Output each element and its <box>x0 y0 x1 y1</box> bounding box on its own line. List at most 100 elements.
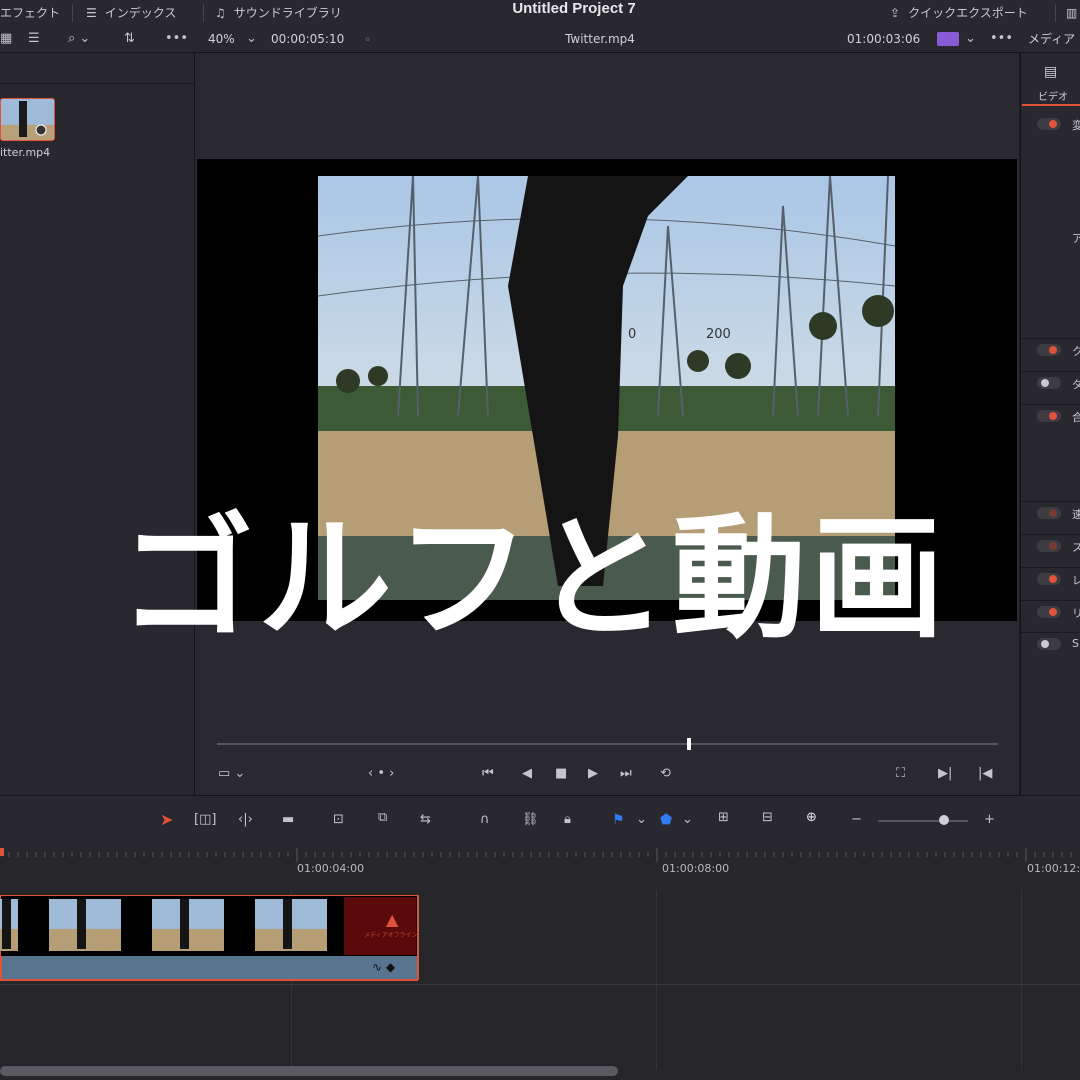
play-reverse-icon[interactable]: ◀ <box>522 766 532 781</box>
curve-icon[interactable]: ∿ ◆ <box>372 960 395 974</box>
divider <box>1021 600 1080 601</box>
mark-in-icon[interactable]: ▶| <box>938 766 952 781</box>
clip-border <box>417 895 419 980</box>
more-options-icon[interactable]: ••• <box>165 26 188 52</box>
sign-text-b: 200 <box>706 327 731 342</box>
inspector-toggle[interactable] <box>1037 573 1061 585</box>
viewer-mode-icon[interactable]: ▭ ⌄ <box>218 766 245 781</box>
trim-tool-icon[interactable]: [◫] <box>194 812 216 827</box>
quick-export-button[interactable]: ⇪ クイックエクスポート <box>890 0 1028 26</box>
lock-icon[interactable]: 🔒︎ <box>564 812 571 827</box>
fx-badge-icon[interactable] <box>937 32 959 46</box>
inspector-toggle[interactable] <box>1037 507 1061 519</box>
tab-underline <box>1022 104 1080 106</box>
marker-icon[interactable]: ⬟ <box>660 812 672 828</box>
dot-icon: ∘ <box>364 32 372 46</box>
inspector-toggle[interactable] <box>1037 540 1061 552</box>
inspector-toggle[interactable] <box>1037 377 1061 389</box>
tab-video[interactable]: ビデオ <box>1038 88 1068 103</box>
zoom-out-icon[interactable]: − <box>851 812 862 827</box>
dynamic-trim-icon[interactable]: ‹|› <box>238 812 253 827</box>
inspector-panel <box>1020 53 1080 795</box>
go-to-end-icon[interactable]: ⏭ <box>620 766 632 781</box>
zoom-detail-icon[interactable]: ⊟ <box>762 810 773 825</box>
inspector-item-label: 合 <box>1072 411 1080 424</box>
clip-thumbnail-image <box>1 99 54 140</box>
stop-icon[interactable]: ■ <box>555 766 567 781</box>
inspector-item-label: ク <box>1072 345 1080 358</box>
toggle-knob <box>1049 608 1057 616</box>
inspector-toggle[interactable] <box>1037 410 1061 422</box>
clip-thumbnail <box>152 899 224 951</box>
link-icon[interactable]: ⛓ <box>522 812 539 827</box>
media-pool-panel <box>0 53 195 795</box>
film-icon[interactable]: ▤ <box>1044 64 1057 80</box>
clip-border <box>0 956 2 980</box>
inspector-item-label: S <box>1072 637 1079 650</box>
inspector-toggle[interactable] <box>1037 638 1061 650</box>
list-view-icon[interactable]: ☰ <box>28 26 40 52</box>
toggle-knob <box>1049 120 1057 128</box>
mark-out-icon[interactable]: |◀ <box>978 766 992 781</box>
blade-tool-icon[interactable]: ▬ <box>282 812 294 827</box>
clip-thumbnail <box>255 899 327 951</box>
toggle-knob <box>1049 346 1057 354</box>
ruler-label: 01:00:12:0 <box>1027 862 1080 875</box>
toggle-knob <box>1049 542 1057 550</box>
zoom-custom-icon[interactable]: ⊕ <box>806 810 817 825</box>
layout-icon[interactable]: ▥ <box>1066 0 1077 26</box>
loop-icon[interactable]: ⟲ <box>660 766 671 781</box>
inspector-toggle[interactable] <box>1037 344 1061 356</box>
zoom-full-icon[interactable]: ⊞ <box>718 810 729 825</box>
chevron-down-icon[interactable]: ⌄ <box>636 812 647 827</box>
flag-icon[interactable]: ⚑ <box>612 812 625 828</box>
play-icon[interactable]: ▶ <box>588 766 598 781</box>
insert-clip-icon[interactable]: ⊡ <box>333 812 344 827</box>
media-clip-thumbnail[interactable] <box>0 98 55 141</box>
zoom-slider-track[interactable] <box>878 820 968 822</box>
viewer-scrubber[interactable] <box>217 743 998 745</box>
go-to-start-icon[interactable]: ⏮ <box>482 766 494 781</box>
toggle-knob <box>1041 640 1049 648</box>
selection-tool-icon[interactable]: ➤ <box>160 810 173 829</box>
inspector-toggle[interactable] <box>1037 606 1061 618</box>
clip-name: Twitter.mp4 <box>565 32 635 46</box>
ruler-label: 01:00:08:00 <box>662 862 730 875</box>
export-icon: ⇪ <box>890 6 901 20</box>
snapping-icon[interactable]: ∩ <box>480 812 490 827</box>
inspector-toggle[interactable] <box>1037 118 1061 130</box>
chevron-down-icon[interactable]: ⌄ <box>682 812 693 827</box>
toggle-knob <box>1049 509 1057 517</box>
inspector-item-label: 速 <box>1072 508 1080 521</box>
current-timecode: 01:00:03:06 <box>847 32 921 46</box>
more-options-icon[interactable]: ••• <box>990 26 1013 52</box>
zoom-in-icon[interactable]: + <box>984 812 995 827</box>
media-pool-header <box>0 53 194 84</box>
zoom-level[interactable]: 40% <box>208 26 235 52</box>
overwrite-clip-icon[interactable]: ⧉ <box>378 810 387 825</box>
inspector-sub-label: ア <box>1072 232 1080 245</box>
chevron-down-icon[interactable]: ⌄ <box>965 26 976 52</box>
divider <box>1021 371 1080 372</box>
timeline-playhead[interactable] <box>0 848 4 856</box>
inspector-item-label: レ <box>1072 574 1080 587</box>
search-icon[interactable]: ⌕ ⌄ <box>68 26 90 52</box>
chevron-down-icon[interactable]: ⌄ <box>246 26 257 52</box>
offline-media-block <box>344 897 416 955</box>
warning-icon: ▲ <box>386 910 399 929</box>
horizontal-scrollbar[interactable] <box>0 1066 618 1076</box>
playhead-handle[interactable] <box>687 738 691 750</box>
replace-clip-icon[interactable]: ⇆ <box>420 812 431 827</box>
sort-icon[interactable]: ⇅ <box>124 26 135 52</box>
fullscreen-icon[interactable]: ⛶ <box>896 766 905 781</box>
toggle-knob <box>1049 412 1057 420</box>
jog-control-icon[interactable]: ‹ • › <box>368 766 394 781</box>
clip-audio-strip[interactable] <box>0 956 418 980</box>
zoom-slider-handle[interactable] <box>939 815 949 825</box>
track-divider <box>0 984 1080 985</box>
grid-view-icon[interactable]: ▦ <box>0 26 12 52</box>
inspector-title: メディア <box>1028 32 1076 46</box>
divider <box>1021 338 1080 339</box>
sign-text-a: 0 <box>628 327 636 342</box>
clip-thumbnail <box>0 899 18 951</box>
